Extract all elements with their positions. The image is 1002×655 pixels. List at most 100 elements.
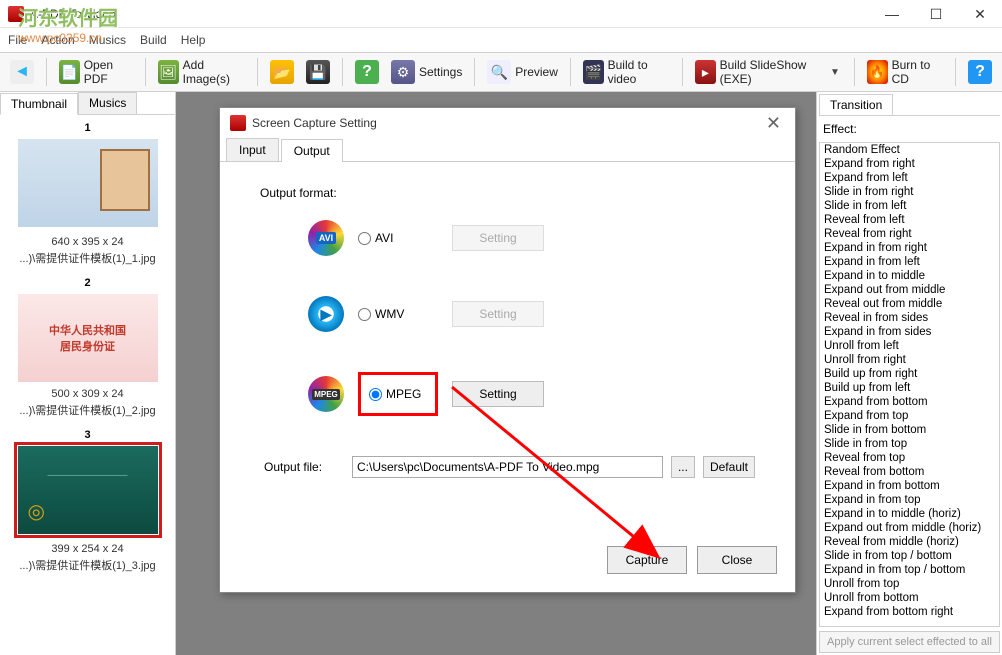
menu-action[interactable]: Action (41, 33, 74, 47)
mpeg-setting-button[interactable]: Setting (452, 381, 544, 407)
effect-item[interactable]: Expand in to middle (horiz) (820, 507, 999, 521)
menu-help[interactable]: Help (181, 33, 206, 47)
close-button[interactable]: ✕ (958, 0, 1002, 28)
effect-item[interactable]: Slide in from top (820, 437, 999, 451)
dropdown-icon[interactable]: ▼ (828, 67, 842, 78)
tab-musics[interactable]: Musics (78, 92, 137, 114)
folder-open-icon (270, 60, 294, 84)
maximize-button[interactable]: ☐ (914, 0, 958, 28)
effect-item[interactable]: Unroll from left (820, 339, 999, 353)
radio-mpeg[interactable]: MPEG (358, 372, 438, 416)
info-button[interactable] (964, 58, 996, 86)
output-file-row: Output file: ... Default (260, 456, 755, 478)
thumbnail-image (18, 139, 158, 227)
tab-input[interactable]: Input (226, 138, 279, 161)
radio-avi[interactable]: AVI (358, 231, 438, 245)
thumbnail-item[interactable]: 1 640 x 395 x 24 ...)\需提供证件模板(1)_1.jpg (8, 121, 167, 266)
titlebar: A-PDF To Video — ☐ ✕ (0, 0, 1002, 28)
effect-item[interactable]: Expand from right (820, 157, 999, 171)
close-button-dialog[interactable]: Close (697, 546, 777, 574)
dialog-close-button[interactable]: ✕ (762, 113, 785, 134)
format-row-wmv: WMV Setting (260, 296, 755, 332)
open-file-button[interactable] (266, 58, 298, 86)
capture-button[interactable]: Capture (607, 546, 687, 574)
mpeg-icon (308, 376, 344, 412)
effect-item[interactable]: Unroll from bottom (820, 591, 999, 605)
apply-effect-button[interactable]: Apply current select effected to all (819, 631, 1000, 653)
settings-button[interactable]: Settings (387, 58, 466, 86)
effect-item[interactable]: Expand in from sides (820, 325, 999, 339)
avi-setting-button[interactable]: Setting (452, 225, 544, 251)
effect-item[interactable]: Reveal out from middle (820, 297, 999, 311)
effect-label: Effect: (819, 116, 1000, 142)
effect-item[interactable]: Reveal from right (820, 227, 999, 241)
thumbnail-item[interactable]: 2 500 x 309 x 24 ...)\需提供证件模板(1)_2.jpg (8, 276, 167, 418)
play-icon (695, 60, 716, 84)
effect-item[interactable]: Random Effect (820, 143, 999, 157)
thumbnail-item[interactable]: 3 399 x 254 x 24 ...)\需提供证件模板(1)_3.jpg (8, 428, 167, 573)
thumbnail-list[interactable]: 1 640 x 395 x 24 ...)\需提供证件模板(1)_1.jpg 2… (0, 115, 175, 655)
effect-item[interactable]: Expand from left (820, 171, 999, 185)
minimize-button[interactable]: — (870, 0, 914, 28)
default-button[interactable]: Default (703, 456, 755, 478)
output-file-label: Output file: (264, 460, 344, 474)
help-icon (355, 60, 379, 84)
image-icon (158, 60, 179, 84)
output-format-label: Output format: (260, 186, 755, 200)
app-icon (8, 6, 24, 22)
output-file-input[interactable] (352, 456, 663, 478)
effect-item[interactable]: Reveal in from sides (820, 311, 999, 325)
effect-list[interactable]: Random EffectExpand from rightExpand fro… (819, 142, 1000, 627)
effect-item[interactable]: Expand in from right (820, 241, 999, 255)
effect-item[interactable]: Slide in from bottom (820, 423, 999, 437)
add-images-button[interactable]: Add Image(s) (154, 56, 249, 88)
effect-item[interactable]: Expand out from middle (820, 283, 999, 297)
menu-file[interactable]: File (8, 33, 27, 47)
tab-transition[interactable]: Transition (819, 94, 893, 115)
menubar: File Action Musics Build Help (0, 28, 1002, 52)
help-button[interactable] (351, 58, 383, 86)
thumbnail-image (18, 446, 158, 534)
radio-wmv[interactable]: WMV (358, 307, 438, 321)
open-pdf-button[interactable]: Open PDF (55, 56, 137, 88)
effect-item[interactable]: Slide in from top / bottom (820, 549, 999, 563)
effect-item[interactable]: Expand in from top / bottom (820, 563, 999, 577)
magnifier-icon (487, 60, 511, 84)
effect-item[interactable]: Reveal from bottom (820, 465, 999, 479)
effect-item[interactable]: Unroll from top (820, 577, 999, 591)
effect-item[interactable]: Expand in from left (820, 255, 999, 269)
wmv-setting-button[interactable]: Setting (452, 301, 544, 327)
effect-item[interactable]: Reveal from left (820, 213, 999, 227)
effect-item[interactable]: Expand in from bottom (820, 479, 999, 493)
effect-item[interactable]: Expand out from middle (horiz) (820, 521, 999, 535)
tab-thumbnail[interactable]: Thumbnail (0, 93, 78, 115)
effect-item[interactable]: Slide in from right (820, 185, 999, 199)
build-slideshow-button[interactable]: Build SlideShow (EXE)▼ (691, 56, 846, 88)
back-button[interactable] (6, 58, 38, 86)
toolbar: Open PDF Add Image(s) Settings Preview B… (0, 52, 1002, 92)
effect-item[interactable]: Expand from top (820, 409, 999, 423)
pdf-icon (59, 60, 80, 84)
browse-button[interactable]: ... (671, 456, 695, 478)
preview-button[interactable]: Preview (483, 58, 562, 86)
menu-musics[interactable]: Musics (89, 33, 126, 47)
effect-item[interactable]: Build up from left (820, 381, 999, 395)
right-panel: Transition Effect: Random EffectExpand f… (816, 92, 1002, 655)
effect-item[interactable]: Reveal from top (820, 451, 999, 465)
effect-item[interactable]: Expand in from top (820, 493, 999, 507)
effect-item[interactable]: Build up from right (820, 367, 999, 381)
effect-item[interactable]: Unroll from right (820, 353, 999, 367)
menu-build[interactable]: Build (140, 33, 167, 47)
effect-item[interactable]: Expand in to middle (820, 269, 999, 283)
effect-item[interactable]: Expand from bottom (820, 395, 999, 409)
effect-item[interactable]: Reveal from middle (horiz) (820, 535, 999, 549)
left-panel: Thumbnail Musics 1 640 x 395 x 24 ...)\需… (0, 92, 176, 655)
save-button[interactable] (302, 58, 334, 86)
tab-output[interactable]: Output (281, 139, 343, 162)
effect-item[interactable]: Slide in from left (820, 199, 999, 213)
screen-capture-dialog: Screen Capture Setting ✕ Input Output Ou… (219, 107, 796, 593)
build-video-button[interactable]: Build to video (579, 56, 674, 88)
effect-item[interactable]: Expand from bottom right (820, 605, 999, 619)
dialog-icon (230, 115, 246, 131)
burn-cd-button[interactable]: Burn to CD (863, 56, 947, 88)
